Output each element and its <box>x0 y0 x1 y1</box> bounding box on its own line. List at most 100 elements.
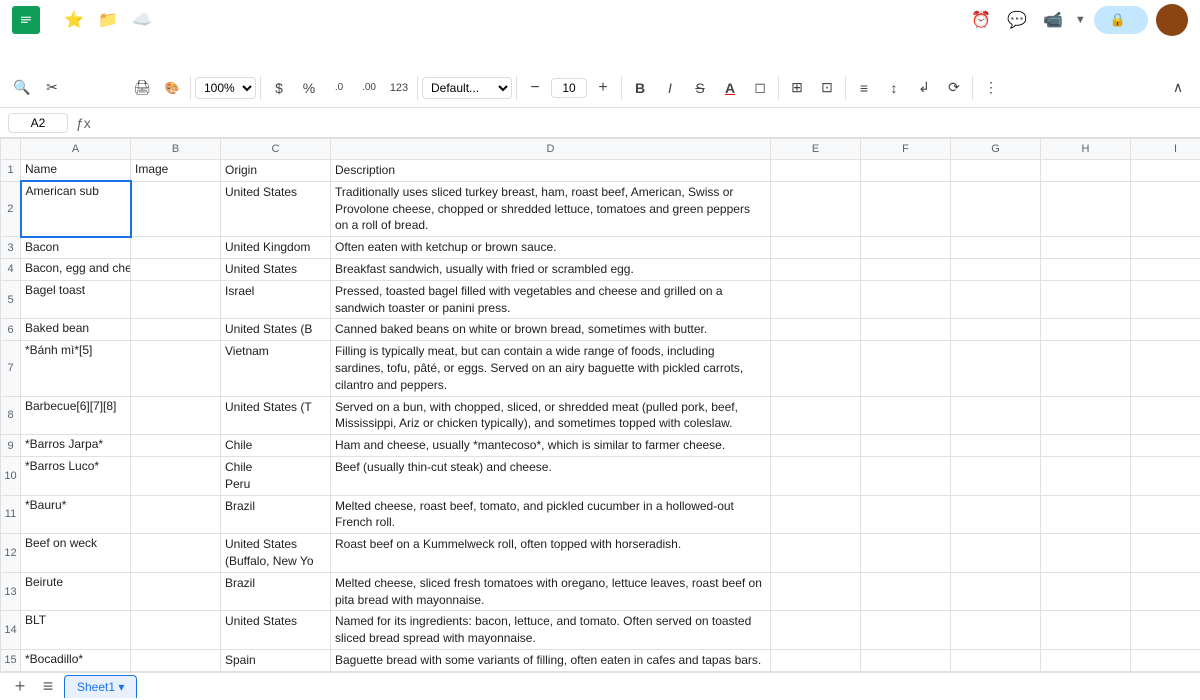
cell[interactable]: Bacon <box>21 237 131 259</box>
dec-dec-btn[interactable]: .0 <box>325 74 353 102</box>
cell[interactable]: Bagel toast <box>21 280 131 319</box>
cell[interactable] <box>1131 341 1200 396</box>
cell[interactable] <box>861 611 951 650</box>
cell[interactable] <box>131 341 221 396</box>
cell[interactable] <box>131 237 221 259</box>
collapse-btn[interactable]: ∧ <box>1164 74 1192 102</box>
cell[interactable] <box>1041 258 1131 280</box>
cell[interactable]: *Bauru* <box>21 495 131 534</box>
cell[interactable]: Brazil <box>221 495 331 534</box>
cell[interactable] <box>1041 611 1131 650</box>
cell[interactable]: Breakfast sandwich, usually with fried o… <box>331 258 771 280</box>
cell[interactable] <box>771 160 861 182</box>
cell[interactable]: ChilePeru <box>221 456 331 495</box>
cell[interactable] <box>771 237 861 259</box>
cell[interactable]: United States (T <box>221 396 331 435</box>
comment-icon[interactable]: 💬 <box>1003 6 1031 34</box>
cell[interactable] <box>861 534 951 573</box>
borders-btn[interactable]: ⊞ <box>783 74 811 102</box>
zoom-select[interactable]: 100% 75% 50% 125% 150% <box>195 77 256 99</box>
menu-help[interactable] <box>156 51 172 57</box>
col-header-g[interactable]: G <box>951 139 1041 160</box>
cell-reference[interactable] <box>8 113 68 133</box>
cell[interactable] <box>131 435 221 457</box>
cell[interactable]: Traditionally uses sliced turkey breast,… <box>331 181 771 236</box>
cell[interactable]: *Bocadillo* <box>21 649 131 671</box>
cell[interactable] <box>1041 181 1131 236</box>
cell[interactable] <box>771 456 861 495</box>
cell[interactable] <box>861 319 951 341</box>
cell[interactable] <box>1041 160 1131 182</box>
meet-icon[interactable]: 📹 <box>1039 6 1067 34</box>
history-icon[interactable]: ⏰ <box>967 6 995 34</box>
cell[interactable] <box>131 319 221 341</box>
font-size-input[interactable] <box>551 78 587 98</box>
menu-tools[interactable] <box>120 51 136 57</box>
undo-btn[interactable] <box>68 74 96 102</box>
cell[interactable] <box>1131 649 1200 671</box>
cell[interactable]: Description <box>331 160 771 182</box>
cell[interactable]: United States <box>221 611 331 650</box>
cell[interactable]: Name <box>21 160 131 182</box>
halign-btn[interactable]: ≡ <box>850 74 878 102</box>
cell[interactable] <box>1131 435 1200 457</box>
cell[interactable] <box>771 572 861 611</box>
italic-btn[interactable]: I <box>656 74 684 102</box>
col-header-f[interactable]: F <box>861 139 951 160</box>
star-icon[interactable]: ⭐ <box>60 6 88 34</box>
cell[interactable]: Barbecue[6][7][8] <box>21 396 131 435</box>
cell[interactable] <box>951 181 1041 236</box>
cell[interactable]: Israel <box>221 280 331 319</box>
cell[interactable] <box>861 456 951 495</box>
cell[interactable] <box>1131 319 1200 341</box>
cell[interactable] <box>951 572 1041 611</box>
cell[interactable] <box>951 534 1041 573</box>
col-header-d[interactable]: D <box>331 139 771 160</box>
cell[interactable] <box>771 396 861 435</box>
cell[interactable]: Chile <box>221 435 331 457</box>
cell[interactable]: Melted cheese, sliced fresh tomatoes wit… <box>331 572 771 611</box>
cell[interactable] <box>131 456 221 495</box>
cell[interactable] <box>1041 534 1131 573</box>
more-btn[interactable]: ⋮ <box>977 74 1005 102</box>
cell[interactable] <box>1131 258 1200 280</box>
paint-format-btn[interactable]: 🎨 <box>158 74 186 102</box>
cell[interactable] <box>1041 319 1131 341</box>
spreadsheet-scroll[interactable]: A B C D E F G H I J K L M 1NameImageOrig… <box>0 138 1200 672</box>
cell[interactable] <box>771 341 861 396</box>
cell[interactable] <box>1131 280 1200 319</box>
cell[interactable]: *Barros Luco* <box>21 456 131 495</box>
cell[interactable]: United Kingdom <box>221 237 331 259</box>
cell[interactable]: Baguette bread with some variants of fil… <box>331 649 771 671</box>
cell[interactable]: *Barros Jarpa* <box>21 435 131 457</box>
cell[interactable] <box>771 319 861 341</box>
cell[interactable] <box>861 237 951 259</box>
cell[interactable]: *Bánh mì*[5] <box>21 341 131 396</box>
cell[interactable] <box>1041 341 1131 396</box>
cell[interactable] <box>951 396 1041 435</box>
col-header-e[interactable]: E <box>771 139 861 160</box>
menu-view[interactable] <box>48 51 64 57</box>
cell[interactable] <box>1131 495 1200 534</box>
merge-btn[interactable]: ⊡ <box>813 74 841 102</box>
col-header-b[interactable]: B <box>131 139 221 160</box>
format-num-btn[interactable]: 123 <box>385 74 413 102</box>
cell[interactable]: Beirute <box>21 572 131 611</box>
cell[interactable] <box>861 495 951 534</box>
cell[interactable]: Beef on weck <box>21 534 131 573</box>
redo-btn[interactable] <box>98 74 126 102</box>
cell[interactable]: Spain <box>221 649 331 671</box>
cell[interactable] <box>951 160 1041 182</box>
cell[interactable] <box>861 280 951 319</box>
cell[interactable] <box>131 258 221 280</box>
cell[interactable] <box>861 181 951 236</box>
font-select[interactable]: Default... Arial Times New Roman <box>422 77 512 99</box>
search-btn[interactable]: 🔍 <box>8 74 36 102</box>
cell[interactable] <box>861 258 951 280</box>
cell[interactable]: United States (B <box>221 319 331 341</box>
cell[interactable] <box>1131 572 1200 611</box>
percent-btn[interactable]: % <box>295 74 323 102</box>
cell[interactable] <box>951 341 1041 396</box>
col-header-c[interactable]: C <box>221 139 331 160</box>
cell[interactable] <box>771 181 861 236</box>
